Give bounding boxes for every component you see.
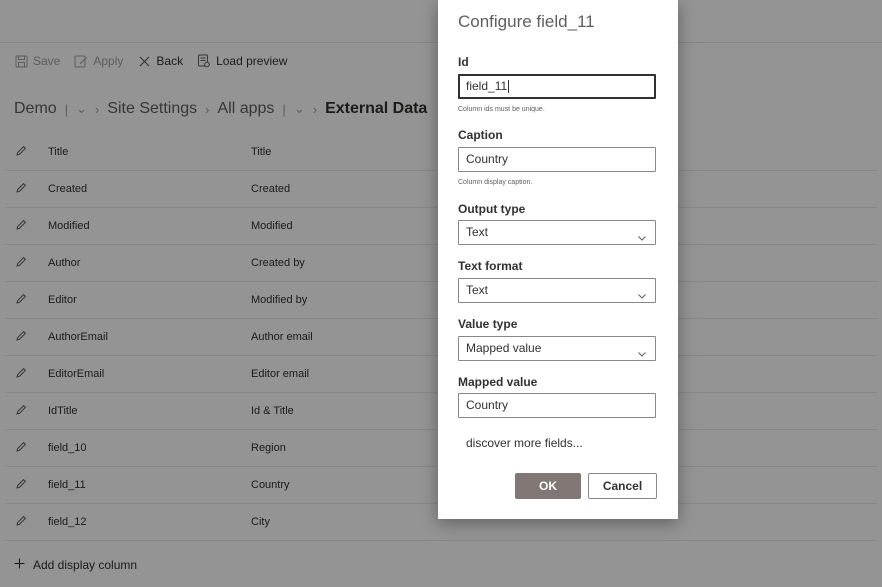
id-hint: Column ids must be unique. bbox=[458, 106, 545, 113]
output-type-dropdown[interactable]: Text bbox=[458, 220, 656, 245]
caption-input[interactable]: Country bbox=[458, 147, 656, 172]
value-type-dropdown[interactable]: Mapped value bbox=[458, 336, 656, 361]
value-type-label: Value type bbox=[458, 317, 518, 331]
text-format-dropdown[interactable]: Text bbox=[458, 278, 656, 303]
id-label: Id bbox=[458, 55, 469, 69]
configure-field-dialog: Configure field_11 Id field_11 Column id… bbox=[438, 0, 678, 519]
chevron-down-icon bbox=[637, 286, 647, 299]
chevron-down-icon bbox=[637, 344, 647, 357]
mapped-value-label: Mapped value bbox=[458, 375, 538, 389]
id-input[interactable]: field_11 bbox=[458, 74, 656, 99]
value-type-value: Mapped value bbox=[466, 341, 542, 355]
chevron-down-icon bbox=[637, 228, 647, 241]
output-type-value: Text bbox=[466, 225, 489, 239]
text-format-label: Text format bbox=[458, 259, 523, 273]
ok-button[interactable]: OK bbox=[515, 473, 581, 499]
cancel-button[interactable]: Cancel bbox=[588, 473, 657, 499]
text-caret bbox=[508, 80, 510, 94]
id-input-value: field_11 bbox=[466, 79, 508, 93]
dialog-title: Configure field_11 bbox=[458, 12, 595, 31]
caption-label: Caption bbox=[458, 128, 503, 142]
caption-hint: Column display caption. bbox=[458, 179, 533, 186]
discover-more-fields-link[interactable]: discover more fields... bbox=[466, 436, 583, 450]
text-format-value: Text bbox=[466, 283, 489, 297]
output-type-label: Output type bbox=[458, 202, 526, 216]
mapped-value-input[interactable]: Country bbox=[458, 393, 656, 418]
